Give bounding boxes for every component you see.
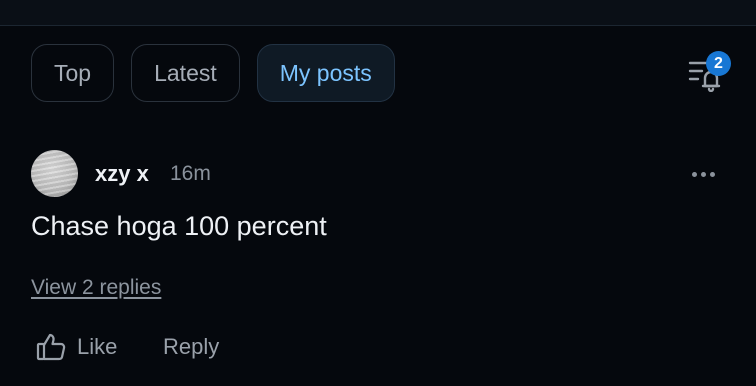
more-dot	[710, 171, 715, 177]
like-button[interactable]: Like	[35, 330, 117, 364]
post-timestamp: 16m	[170, 162, 211, 185]
feed-tabs: Top Latest My posts	[31, 44, 395, 102]
avatar[interactable]	[31, 150, 78, 197]
more-dot	[701, 171, 706, 177]
tab-top[interactable]: Top	[31, 44, 115, 102]
view-replies-link[interactable]: View 2 replies	[31, 276, 161, 300]
top-bar	[0, 0, 756, 26]
tab-my-posts[interactable]: My posts	[256, 44, 395, 102]
more-options-button[interactable]	[692, 166, 722, 182]
tab-latest[interactable]: Latest	[131, 44, 240, 102]
more-dot	[692, 171, 697, 177]
post-author[interactable]: xzy x	[95, 161, 149, 187]
thumbs-up-icon	[36, 333, 66, 361]
filter-notifications-button[interactable]: 2	[684, 51, 732, 96]
like-label: Like	[77, 334, 118, 359]
post-text: Chase hoga 100 percent	[31, 211, 327, 241]
reply-button[interactable]: Reply	[163, 334, 219, 360]
notification-count-badge: 2	[706, 51, 731, 76]
